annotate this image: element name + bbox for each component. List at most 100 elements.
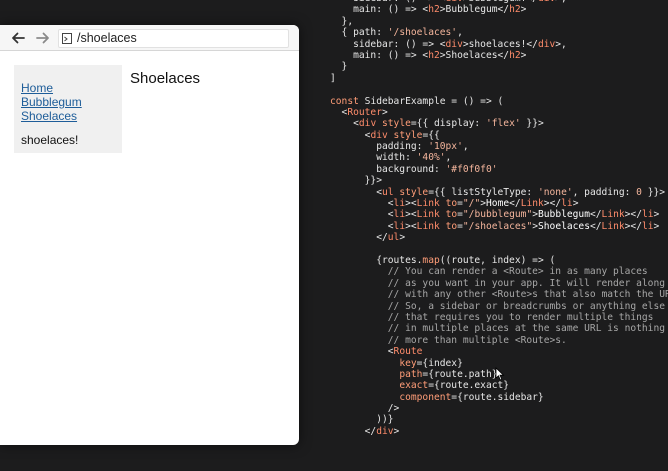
code-token: > [572, 198, 579, 210]
code-token: Route [393, 346, 423, 358]
code-token: {routes. [330, 254, 423, 266]
code-token: </ [330, 425, 377, 437]
code-line: ] [330, 73, 668, 84]
code-token: Link [416, 209, 440, 221]
code-token: li [561, 198, 573, 210]
code-token: h2 [509, 4, 521, 16]
code-token: Link [520, 198, 544, 210]
code-line: </ul> [330, 232, 668, 243]
code-token: background: [330, 163, 446, 175]
code-token: // You can render a <Route> in as many p… [330, 266, 648, 278]
code-token: < [330, 198, 394, 210]
code-token: Bubblegum [538, 209, 590, 221]
code-token: ul [387, 232, 400, 244]
code-token: < [330, 220, 394, 232]
code-token: >Shoelaces</ [439, 49, 510, 61]
code-token: div [445, 38, 463, 50]
code-line: }, [330, 16, 668, 27]
code-token: >Bubblegum</ [439, 4, 510, 16]
code-token: < [330, 346, 394, 358]
code-token: // So, a sidebar or breadcrumbs or anyth… [330, 300, 666, 312]
code-line: width: '40%', [330, 152, 668, 163]
code-token: >shoelaces!</ [462, 38, 538, 50]
code-token: li [641, 220, 654, 232]
code-token: < [330, 129, 371, 141]
home-link[interactable]: Home [21, 81, 53, 95]
code-token: < [330, 209, 394, 221]
code-token: key [399, 357, 417, 369]
code-token: "/shoelaces" [462, 220, 533, 232]
code-token: main: () => < [330, 49, 429, 61]
code-token: Shoelaces [538, 220, 590, 232]
browser-toolbar: /shoelaces [0, 25, 299, 51]
code-token: >< [405, 198, 417, 210]
code-token: // that requires you to render multiple … [330, 311, 654, 323]
code-token: }, [330, 15, 354, 27]
sidebar-item-bubblegum: Bubblegum [21, 95, 82, 109]
code-token: div [446, 0, 463, 4]
code-line: <ul style={{ listStyleType: 'none', padd… [330, 187, 668, 198]
code-line: <div style={{ display: 'flex' }}> [330, 118, 668, 129]
code-token: to [445, 220, 458, 232]
arrow-right-icon[interactable] [35, 30, 51, 46]
code-token: main: () => < [330, 4, 429, 16]
code-token: // with any other <Route>s that also mat… [330, 289, 668, 301]
code-token: to [445, 209, 458, 221]
code-token: > [393, 425, 400, 437]
code-line: /> [330, 403, 668, 414]
code-line: <li><Link to="/shoelaces">Shoelaces</Lin… [330, 221, 668, 232]
code-token: > [653, 209, 660, 221]
code-token: > [520, 4, 527, 16]
code-line: {routes.map((route, index) => ( [330, 255, 668, 266]
code-token: ={route.path} [422, 368, 498, 380]
code-line: background: '#f0f0f0' [330, 164, 668, 175]
code-line: // So, a sidebar or breadcrumbs or anyth… [330, 301, 668, 312]
code-token: "/bubblegum" [462, 209, 533, 221]
code-token: , [445, 152, 452, 164]
code-line: ))} [330, 414, 668, 425]
code-token: Link [416, 198, 440, 210]
code-token: // as you want in your app. It will rend… [330, 277, 666, 289]
bubblegum-link[interactable]: Bubblegum [21, 95, 82, 109]
code-token: Link [601, 209, 625, 221]
code-token: style [393, 129, 423, 141]
code-line: <li><Link to="/bubblegum">Bubblegum</Lin… [330, 209, 668, 220]
code-token: "/" [462, 198, 481, 210]
code-token: > [399, 232, 406, 244]
code-line: main: () => <h2>Shoelaces</h2> [330, 50, 668, 61]
arrow-left-icon[interactable] [10, 30, 26, 46]
address-bar[interactable]: /shoelaces [58, 29, 289, 48]
code-token: h2 [428, 49, 440, 61]
shoelaces-link[interactable]: Shoelaces [21, 109, 77, 123]
code-line: }}> [330, 175, 668, 186]
code-token: </ [589, 220, 602, 232]
code-token: >, [555, 0, 567, 4]
code-line: <li><Link to="/">Home</Link></li> [330, 198, 668, 209]
code-line: <div style={{ [330, 130, 668, 141]
code-token: path [399, 368, 423, 380]
code-line: exact={route.exact} [330, 380, 668, 391]
code-token: , [462, 141, 469, 153]
code-token: </ [509, 198, 521, 210]
code-token: 'flex' [485, 118, 521, 130]
sidebar-item-shoelaces: Shoelaces [21, 109, 82, 123]
code-line: // You can render a <Route> in as many p… [330, 266, 668, 277]
code-token: >, [555, 38, 567, 50]
code-token: '#f0f0f0' [445, 163, 498, 175]
code-line: // with any other <Route>s that also mat… [330, 289, 668, 300]
code-token: ={{ listStyleType: [428, 186, 538, 198]
code-token: ((route, index) => ( [439, 254, 556, 266]
code-line: { path: '/shoelaces', [330, 27, 668, 38]
code-token: ul [381, 186, 394, 198]
code-token: map [422, 254, 440, 266]
code-token: }}> [520, 118, 544, 130]
code-token: ={{ display: [410, 118, 486, 130]
code-token: ></ [543, 198, 562, 210]
code-line: component={route.sidebar} [330, 392, 668, 403]
code-token: div [376, 425, 394, 437]
code-token: SidebarExample = () => ( [358, 95, 504, 107]
code-line: // in multiple places at the same URL is… [330, 323, 668, 334]
